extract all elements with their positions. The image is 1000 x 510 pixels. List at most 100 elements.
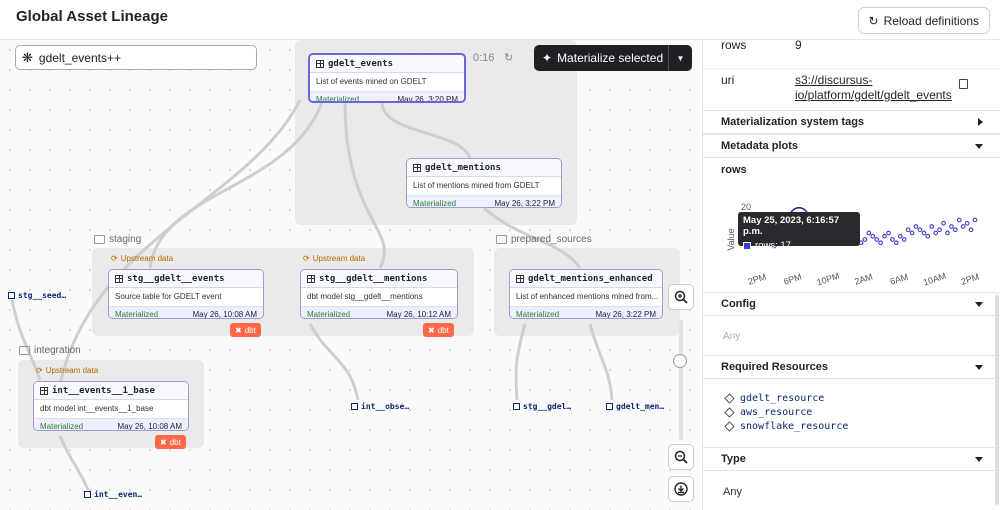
- layers-icon: [724, 407, 735, 418]
- reload-definitions-button[interactable]: ↻ Reload definitions: [857, 7, 990, 34]
- materialize-label: Materialize selected: [557, 51, 664, 65]
- plot-point: [937, 227, 942, 233]
- plot-point: [874, 237, 880, 242]
- external-link-icon: [351, 403, 358, 410]
- plot-title: rows: [721, 164, 747, 176]
- external-asset-link[interactable]: gdelt_men…: [606, 402, 664, 411]
- external-asset-link[interactable]: int__even…: [84, 490, 142, 499]
- node-status: Materialized: [516, 309, 560, 319]
- sync-icon: ⟳: [111, 254, 118, 263]
- zoom-in-button[interactable]: [668, 284, 694, 310]
- x-tick-label: 6PM: [782, 272, 803, 287]
- plot-point: [952, 227, 958, 233]
- refresh-timer: 0:16: [473, 52, 495, 64]
- upstream-label: Upstream data: [45, 366, 99, 375]
- plot-point: [882, 233, 887, 239]
- tooltip-title: May 25, 2023, 6:16:57 p.m.: [743, 215, 840, 237]
- plot-point: [909, 230, 915, 236]
- edge: [343, 101, 386, 269]
- node-title: int__events__1_base: [52, 385, 155, 396]
- asset-node-stg-gdelt-mentions[interactable]: stg__gdelt__mentions dbt model stg__gdel…: [300, 269, 458, 319]
- refresh-icon[interactable]: ↻: [504, 51, 513, 64]
- y-tick-label: 20: [741, 202, 751, 212]
- materialize-selected-button[interactable]: ✦ Materialize selected ▼: [534, 45, 692, 71]
- plot-point: [905, 227, 911, 233]
- plot-point: [917, 227, 923, 233]
- sync-icon: ⟳: [303, 254, 310, 263]
- upstream-data-indicator[interactable]: ⟳ Upstream data: [36, 366, 98, 375]
- node-description: dbt model stg__gdelt__mentions: [301, 288, 457, 306]
- node-timestamp[interactable]: May 26, 10:08 AM: [193, 310, 257, 319]
- copy-icon[interactable]: [959, 79, 968, 89]
- metadata-key: uri: [721, 73, 735, 87]
- plot-point: [866, 230, 872, 236]
- group-label-integration[interactable]: integration: [19, 345, 81, 356]
- uri-link[interactable]: s3://discursus- io/platform/gdelt/gdelt_…: [795, 73, 952, 103]
- table-icon: [516, 274, 524, 283]
- plot-point: [933, 230, 939, 236]
- section-title: Config: [721, 298, 756, 310]
- plot-point: [890, 237, 895, 242]
- node-timestamp[interactable]: May 26, 3:22 PM: [596, 310, 656, 319]
- zoom-slider-track[interactable]: [679, 320, 683, 440]
- upstream-data-indicator[interactable]: ⟳ Upstream data: [303, 254, 365, 263]
- section-materialization-system-tags[interactable]: Materialization system tags: [703, 110, 1000, 134]
- type-value: Any: [723, 486, 742, 498]
- asset-search-input[interactable]: ❋ gdelt_events++: [15, 45, 257, 70]
- node-status: Materialized: [115, 309, 159, 319]
- zoom-out-button[interactable]: [668, 444, 694, 470]
- edge: [148, 101, 324, 269]
- group-name: prepared_sources: [511, 234, 592, 245]
- x-tick-label: 2AM: [853, 272, 874, 287]
- upstream-data-indicator[interactable]: ⟳ Upstream data: [111, 254, 173, 263]
- sync-icon: ⟳: [36, 366, 43, 375]
- x-tick-label: 2PM: [960, 272, 981, 287]
- section-metadata-plots[interactable]: Metadata plots: [703, 134, 1000, 158]
- group-label-staging[interactable]: staging: [94, 234, 141, 245]
- plot-point: [972, 217, 978, 223]
- asset-details-panel: rows 9 uri s3://discursus- io/platform/g…: [702, 40, 1000, 510]
- asset-node-stg-gdelt-events[interactable]: stg__gdelt__events Source table for GDEL…: [108, 269, 264, 319]
- node-timestamp[interactable]: May 26, 10:12 AM: [387, 310, 451, 319]
- metadata-row-uri: uri s3://discursus- io/platform/gdelt/gd…: [703, 68, 1000, 112]
- external-asset-link[interactable]: stg__seed…: [8, 291, 66, 300]
- legend-swatch: [743, 241, 751, 250]
- download-button[interactable]: [668, 476, 694, 502]
- node-timestamp[interactable]: May 26, 3:20 PM: [398, 95, 458, 102]
- chevron-right-icon: [978, 118, 983, 126]
- node-description: Source table for GDELT event: [109, 288, 263, 306]
- group-label-prepared-sources[interactable]: prepared_sources: [496, 234, 592, 245]
- node-title: stg__gdelt__events: [127, 273, 225, 284]
- plot-point: [897, 233, 903, 239]
- plot-point: [929, 224, 935, 229]
- tooltip-value: rows: 17: [755, 240, 791, 251]
- lineage-canvas[interactable]: ❋ gdelt_events++ 0:16 ↻ ✦ Materialize se…: [0, 40, 700, 510]
- section-config[interactable]: Config: [703, 292, 1000, 316]
- asset-node-gdelt-mentions-enhanced[interactable]: gdelt_mentions_enhanced List of enhanced…: [509, 269, 663, 319]
- node-timestamp[interactable]: May 26, 10:08 AM: [118, 422, 182, 431]
- badge-label: dbt: [244, 325, 256, 335]
- external-asset-link[interactable]: stg__gdel…: [513, 402, 571, 411]
- external-asset-link[interactable]: int__obse…: [351, 402, 409, 411]
- x-tick-label: 2PM: [747, 272, 768, 287]
- link-label: stg__seed…: [18, 291, 67, 300]
- asset-node-gdelt-events[interactable]: gdelt_events List of events mined on GDE…: [308, 53, 466, 103]
- asset-node-int-events-base[interactable]: int__events__1_base dbt model int__event…: [33, 381, 189, 431]
- resource-item[interactable]: aws_resource: [724, 407, 812, 418]
- node-title: gdelt_mentions_enhanced: [528, 273, 653, 284]
- section-title: Metadata plots: [721, 140, 799, 152]
- section-required-resources[interactable]: Required Resources: [703, 355, 1000, 379]
- chevron-down-icon: [975, 456, 983, 462]
- node-status: Materialized: [413, 198, 457, 208]
- panel-scrollbar[interactable]: [995, 295, 999, 505]
- materialize-dropdown-button[interactable]: ▼: [668, 45, 692, 71]
- asset-node-gdelt-mentions[interactable]: gdelt_mentions List of mentions mined fr…: [406, 158, 562, 208]
- zoom-slider-handle[interactable]: [673, 354, 687, 368]
- node-timestamp[interactable]: May 26, 3:22 PM: [495, 199, 555, 208]
- dbt-badge: ✖ dbt: [230, 323, 261, 337]
- resource-item[interactable]: snowflake_resource: [724, 421, 848, 432]
- node-status: Materialized: [307, 309, 351, 319]
- node-description: List of enhanced mentions mined from...: [510, 288, 662, 306]
- resource-item[interactable]: gdelt_resource: [724, 393, 824, 404]
- section-type[interactable]: Type: [703, 447, 1000, 471]
